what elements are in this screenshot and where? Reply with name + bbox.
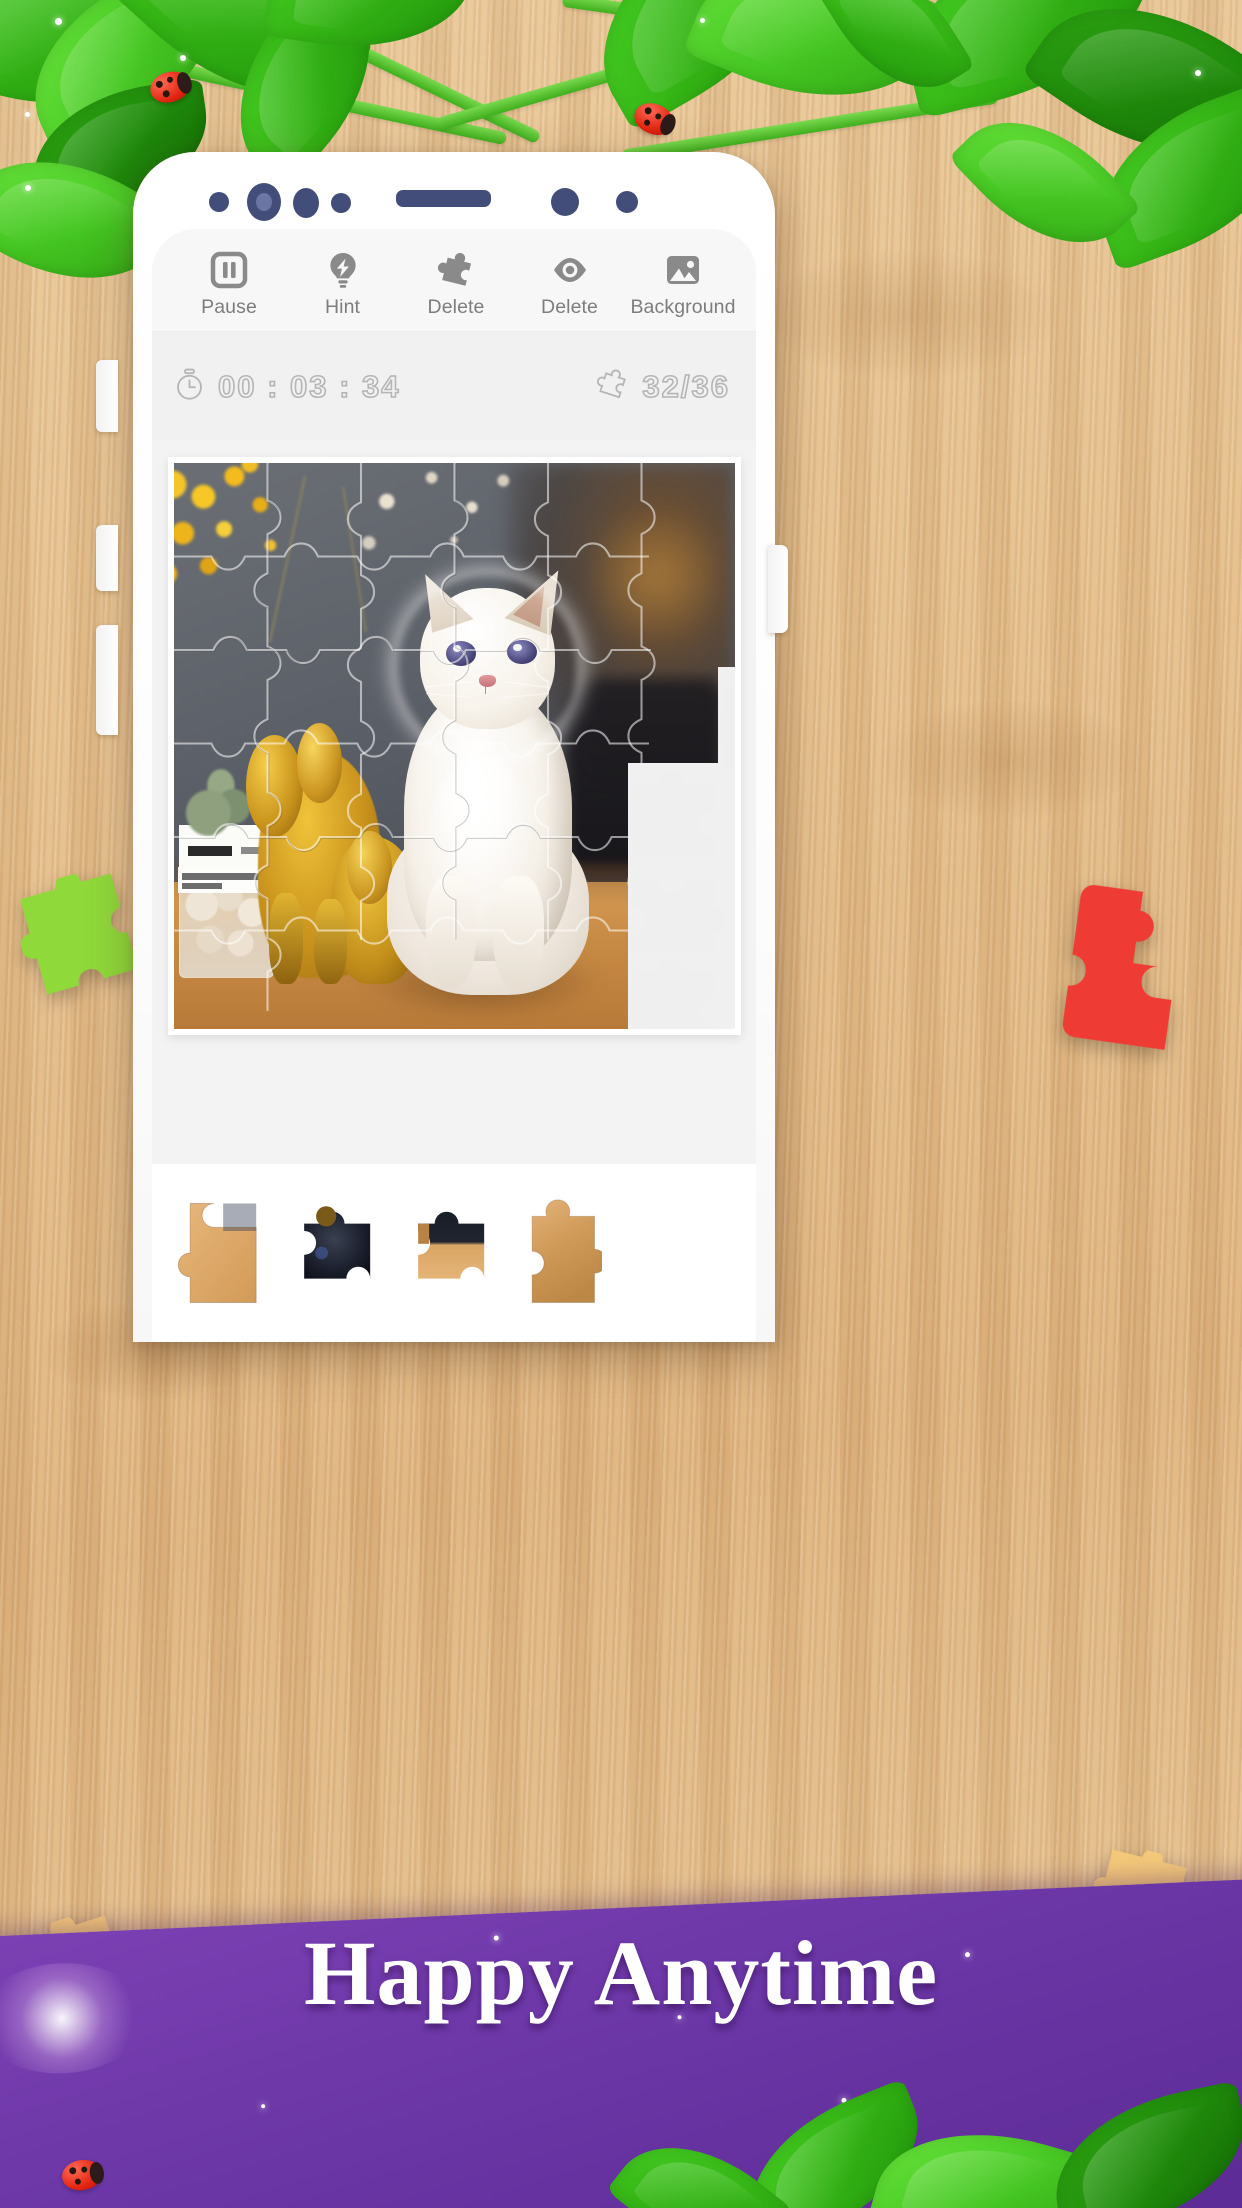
camera-lens-icon — [247, 183, 281, 221]
wood-knot — [880, 700, 1140, 820]
sensor-dot-icon — [209, 192, 229, 212]
sparkle — [1195, 70, 1201, 76]
phone-silent-button[interactable] — [96, 625, 118, 735]
timer-value: 00 : 03 : 34 — [217, 368, 401, 405]
phone-volume-button[interactable] — [96, 525, 118, 591]
toolbar-button-background[interactable]: Background — [628, 250, 738, 318]
lightbulb-icon — [323, 250, 363, 290]
sparkle — [180, 55, 186, 61]
banner-title: Happy Anytime — [303, 1922, 939, 2024]
toolbar-label: Pause — [201, 296, 257, 319]
tray-piece-2[interactable] — [282, 1198, 374, 1308]
wood-knot — [760, 250, 1060, 380]
sparkle — [700, 18, 705, 23]
toolbar-button-pause[interactable]: Pause — [174, 250, 284, 318]
puzzle-piece-icon — [436, 250, 476, 290]
screenshot-root: Pause Hint Delete Delete Background 00:… — [0, 0, 1242, 2208]
toolbar-button-delete-piece[interactable]: Delete — [401, 250, 511, 318]
stopwatch-icon — [174, 368, 205, 406]
earpiece-speaker-icon — [396, 190, 491, 207]
pause-icon — [209, 250, 249, 290]
game-toolbar: Pause Hint Delete Delete Background — [152, 229, 756, 331]
timer-group: 00 : 03 : 34 — [174, 368, 401, 406]
puzzle-board[interactable] — [173, 463, 735, 1029]
toolbar-label: Background — [630, 296, 736, 319]
sparkle — [261, 2104, 266, 2109]
toolbar-button-delete-preview[interactable]: Delete — [515, 250, 625, 318]
phone-power-button[interactable] — [768, 545, 788, 633]
toolbar-label: Hint — [324, 296, 361, 319]
empty-piece-slot[interactable] — [627, 949, 735, 1029]
piece-tray — [152, 1164, 756, 1342]
toolbar-button-hint[interactable]: Hint — [288, 250, 398, 318]
tray-piece-1[interactable] — [168, 1198, 260, 1308]
sensor-dot-icon — [331, 193, 351, 213]
sensor-dot-icon — [616, 191, 638, 213]
sparkle — [25, 185, 31, 191]
eye-icon — [550, 250, 590, 290]
toolbar-label: Delete — [541, 296, 598, 319]
sensor-dot-icon — [293, 188, 319, 218]
pieces-group: 32/36 — [597, 368, 730, 405]
phone-volume-button[interactable] — [96, 360, 118, 432]
puzzle-board-frame — [167, 457, 741, 1035]
image-icon — [663, 250, 703, 290]
game-status-bar: 00 : 03 : 34 32/36 — [152, 331, 756, 441]
sparkle — [55, 18, 62, 25]
pieces-value: 32/36 — [642, 368, 730, 405]
sparkle — [25, 112, 30, 117]
empty-piece-slot[interactable] — [717, 666, 735, 780]
decor-piece-red — [1058, 873, 1201, 1063]
puzzle-piece-icon — [597, 368, 629, 405]
sensor-dot-icon — [551, 188, 579, 216]
tray-piece-3[interactable] — [396, 1198, 488, 1308]
app-screen: Pause Hint Delete Delete Background 00:… — [152, 229, 756, 1342]
toolbar-label: Delete — [427, 296, 485, 319]
puzzle-board-area — [152, 441, 756, 1131]
tray-piece-4[interactable] — [510, 1198, 602, 1308]
